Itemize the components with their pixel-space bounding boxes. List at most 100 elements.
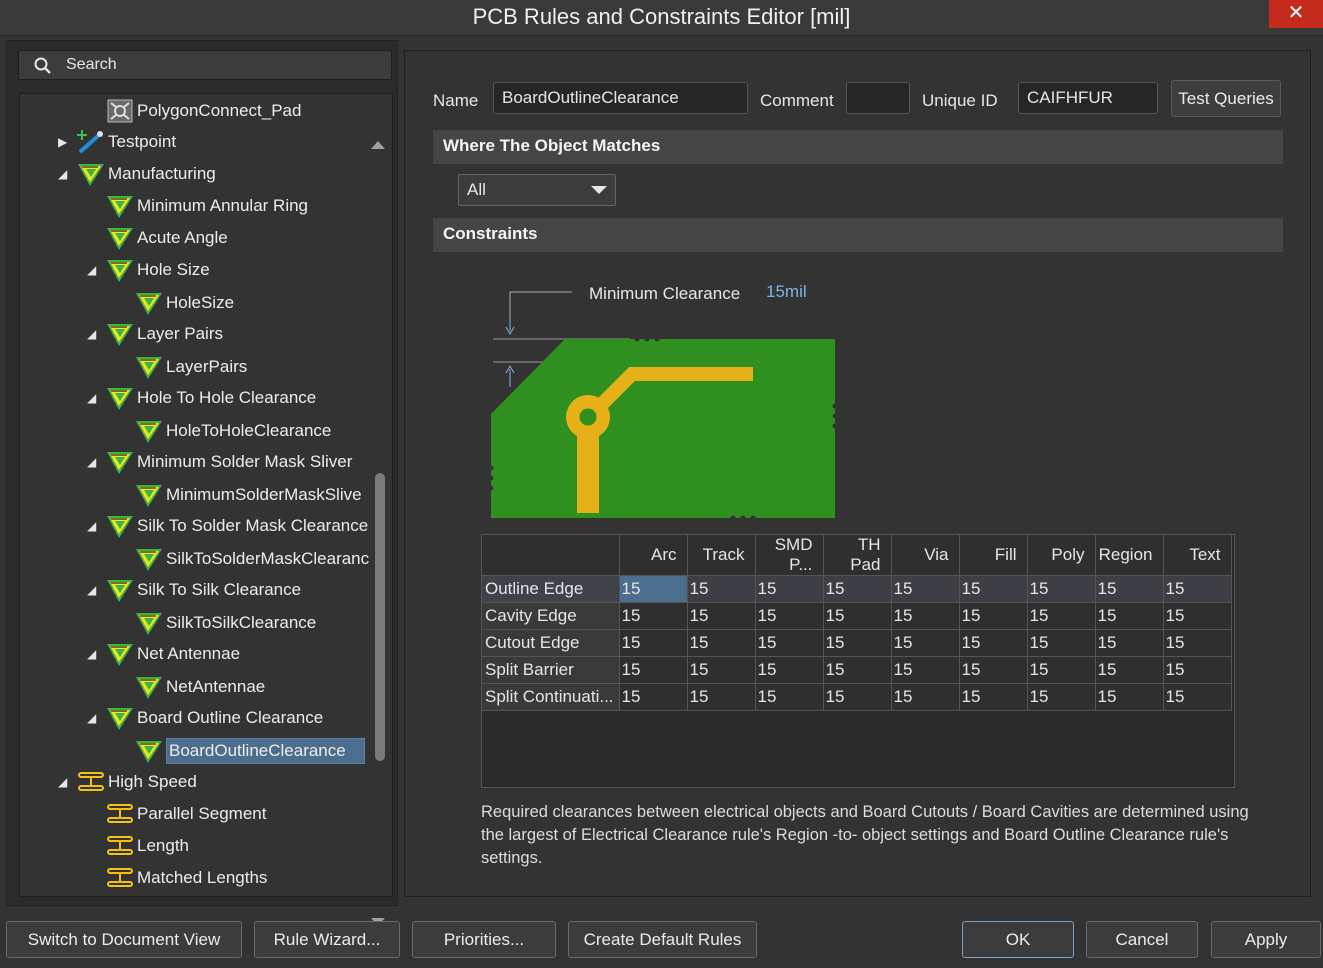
collapse-arrow-icon[interactable]: ◢ — [58, 167, 67, 181]
comment-field[interactable] — [846, 82, 910, 114]
grid-cell[interactable]: 15 — [1163, 656, 1232, 684]
grid-cell[interactable]: 15 — [755, 683, 824, 711]
grid-cell[interactable]: 15 — [1163, 575, 1232, 603]
expand-arrow-icon[interactable]: ▶ — [58, 135, 67, 149]
search-input[interactable]: Search — [18, 50, 392, 80]
tree-item[interactable]: HoleToHoleClearance — [134, 416, 331, 446]
grid-cell[interactable]: 15 — [1027, 629, 1096, 657]
grid-cell[interactable]: 15 — [959, 602, 1028, 630]
grid-cell[interactable]: 15 — [823, 602, 892, 630]
grid-cell[interactable]: 15 — [823, 683, 892, 711]
grid-cell[interactable]: 15 — [1027, 602, 1096, 630]
tree-item[interactable]: HoleSize — [134, 288, 234, 318]
grid-cell[interactable]: 15 — [687, 656, 756, 684]
grid-cell[interactable]: 15 — [619, 629, 688, 657]
grid-cell[interactable]: 15 — [1163, 602, 1232, 630]
collapse-arrow-icon[interactable]: ◢ — [87, 263, 96, 277]
grid-cell[interactable]: 15 — [755, 656, 824, 684]
tree-item[interactable]: ▶ Testpoint — [58, 127, 176, 157]
grid-cell[interactable]: 15 — [619, 602, 688, 630]
grid-cell[interactable]: 15 — [959, 629, 1028, 657]
collapse-arrow-icon[interactable]: ◢ — [87, 519, 96, 533]
tree-item[interactable]: Length — [105, 831, 189, 861]
tree-item[interactable]: SilkToSolderMaskClearanc — [134, 544, 369, 574]
grid-column-header[interactable]: Poly — [1027, 535, 1096, 576]
tree-item[interactable]: LayerPairs — [134, 352, 247, 382]
grid-cell[interactable]: 15 — [1163, 629, 1232, 657]
ok-button[interactable]: OK — [962, 921, 1074, 958]
tree-item[interactable]: ◢ Hole Size — [87, 255, 210, 285]
grid-cell[interactable]: 15 — [891, 656, 960, 684]
collapse-arrow-icon[interactable]: ◢ — [87, 455, 96, 469]
grid-cell[interactable]: 15 — [959, 575, 1028, 603]
grid-cell[interactable]: 15 — [687, 683, 756, 711]
scroll-up-arrow[interactable] — [371, 141, 385, 149]
scrollbar-thumb[interactable] — [375, 473, 385, 761]
grid-column-header[interactable]: TH Pad — [823, 535, 892, 576]
grid-cell[interactable]: 15 — [891, 575, 960, 603]
name-field[interactable]: BoardOutlineClearance — [493, 82, 748, 114]
tree-item[interactable]: NetAntennae — [134, 672, 265, 702]
cancel-button[interactable]: Cancel — [1086, 921, 1198, 958]
collapse-arrow-icon[interactable]: ◢ — [87, 711, 96, 725]
create-default-rules-button[interactable]: Create Default Rules — [568, 921, 757, 958]
collapse-arrow-icon[interactable]: ◢ — [58, 775, 67, 789]
grid-cell[interactable]: 15 — [823, 629, 892, 657]
tree-item[interactable]: ◢ Silk To Solder Mask Clearance — [87, 511, 368, 541]
grid-cell[interactable]: 15 — [1163, 683, 1232, 711]
test-queries-button[interactable]: Test Queries — [1171, 80, 1281, 117]
collapse-arrow-icon[interactable]: ◢ — [87, 583, 96, 597]
tree-item[interactable]: ◢ Manufacturing — [58, 159, 216, 189]
tree-item[interactable]: ◢ High Speed — [58, 767, 197, 797]
unique-id-field[interactable]: CAIFHFUR — [1018, 82, 1158, 114]
tree-item[interactable]: Parallel Segment — [105, 799, 266, 829]
tree-item[interactable]: Minimum Annular Ring — [105, 191, 308, 221]
tree-item[interactable]: PolygonConnect_Pad — [105, 96, 301, 126]
grid-cell[interactable]: 15 — [1095, 629, 1164, 657]
apply-button[interactable]: Apply — [1211, 921, 1321, 958]
grid-column-header[interactable]: Arc — [619, 535, 688, 576]
scope-dropdown[interactable]: All — [458, 174, 616, 206]
collapse-arrow-icon[interactable]: ◢ — [87, 327, 96, 341]
grid-cell[interactable]: 15 — [1027, 575, 1096, 603]
grid-column-header[interactable]: Region — [1095, 535, 1164, 576]
tree-item[interactable]: ◢ Minimum Solder Mask Sliver — [87, 447, 352, 477]
grid-cell[interactable]: 15 — [619, 656, 688, 684]
grid-cell[interactable]: 15 — [959, 683, 1028, 711]
tree-item[interactable]: ◢ Silk To Silk Clearance — [87, 575, 301, 605]
tree-item[interactable]: ◢ Net Antennae — [87, 639, 240, 669]
tree-item[interactable]: BoardOutlineClearance — [134, 736, 365, 766]
grid-cell[interactable]: 15 — [891, 629, 960, 657]
tree-item[interactable]: SilkToSilkClearance — [134, 608, 316, 638]
grid-cell[interactable]: 15 — [687, 602, 756, 630]
grid-cell[interactable]: 15 — [619, 683, 688, 711]
tree-item[interactable]: Acute Angle — [105, 223, 228, 253]
grid-cell[interactable]: 15 — [755, 575, 824, 603]
rule-wizard-button[interactable]: Rule Wizard... — [254, 921, 400, 958]
grid-cell[interactable]: 15 — [1027, 683, 1096, 711]
close-button[interactable]: ✕ — [1269, 0, 1323, 28]
grid-cell[interactable]: 15 — [1095, 602, 1164, 630]
min-clearance-value[interactable]: 15mil — [766, 282, 807, 302]
grid-cell[interactable]: 15 — [755, 602, 824, 630]
priorities-button[interactable]: Priorities... — [412, 921, 556, 958]
grid-cell[interactable]: 15 — [1095, 683, 1164, 711]
grid-cell[interactable]: 15 — [1095, 656, 1164, 684]
grid-cell[interactable]: 15 — [619, 575, 688, 603]
grid-cell[interactable]: 15 — [1027, 656, 1096, 684]
tree-item[interactable]: Matched Lengths — [105, 863, 267, 893]
grid-cell[interactable]: 15 — [687, 629, 756, 657]
grid-column-header[interactable]: Text — [1163, 535, 1232, 576]
tree-item[interactable]: ◢ Board Outline Clearance — [87, 703, 323, 733]
tree-item[interactable]: MinimumSolderMaskSlive — [134, 480, 362, 510]
grid-cell[interactable]: 15 — [823, 575, 892, 603]
grid-column-header[interactable]: Via — [891, 535, 960, 576]
grid-cell[interactable]: 15 — [891, 602, 960, 630]
grid-cell[interactable]: 15 — [891, 683, 960, 711]
collapse-arrow-icon[interactable]: ◢ — [87, 647, 96, 661]
grid-column-header[interactable]: Fill — [959, 535, 1028, 576]
tree-item[interactable]: ◢ Layer Pairs — [87, 319, 223, 349]
grid-column-header[interactable]: Track — [687, 535, 756, 576]
tree-item[interactable]: ◢ Hole To Hole Clearance — [87, 383, 316, 413]
grid-cell[interactable]: 15 — [959, 656, 1028, 684]
